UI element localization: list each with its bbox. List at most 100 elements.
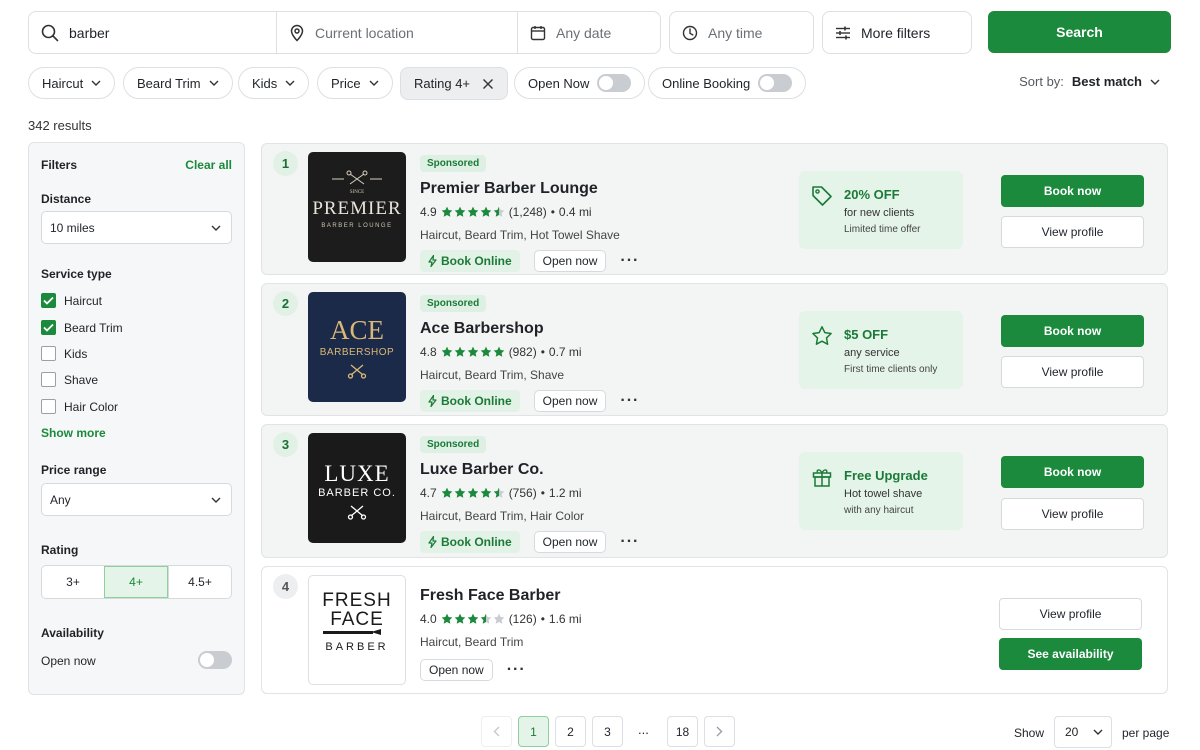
rating-value: 4.7 (420, 486, 437, 500)
star-filled-icon (441, 346, 452, 357)
checkbox-checked[interactable] (41, 320, 56, 335)
view-profile-button[interactable]: View profile (1001, 356, 1144, 388)
prev-page-button[interactable] (481, 716, 512, 747)
search-query-value[interactable]: barber (69, 25, 109, 41)
lightning-icon (428, 395, 437, 407)
date-placeholder: Any date (556, 24, 612, 41)
book-now-button[interactable]: Book now (1001, 315, 1144, 347)
rating-option-3[interactable]: 3+ (42, 566, 104, 598)
availability-open-now-toggle[interactable] (198, 651, 232, 669)
result-card: 2 ACE BARBERSHOP Sponsored Ace Barbersho… (261, 283, 1168, 416)
service-label: Kids (64, 346, 88, 361)
star-filled-icon (454, 613, 465, 624)
view-profile-button[interactable]: View profile (999, 598, 1142, 630)
business-logo[interactable]: FRESH FACE BARBER (308, 575, 406, 685)
checkbox-unchecked[interactable] (41, 399, 56, 414)
star-filled-icon (480, 346, 491, 357)
calendar-icon (530, 25, 546, 40)
clear-all-link[interactable]: Clear all (185, 158, 232, 172)
more-options-icon[interactable]: ··· (620, 252, 639, 270)
chevron-down-icon (1150, 79, 1160, 85)
more-options-icon[interactable]: ··· (507, 661, 526, 679)
business-name[interactable]: Ace Barbershop (420, 320, 639, 338)
service-checkbox-haircut[interactable]: Haircut (41, 293, 102, 308)
distance: 1.6 mi (548, 612, 582, 626)
page-button-current[interactable]: 1 (518, 716, 549, 747)
show-more-link[interactable]: Show more (41, 426, 106, 440)
chip-beard-trim[interactable]: Beard Trim (123, 67, 233, 99)
distance-select[interactable]: 10 miles (41, 211, 232, 244)
service-checkbox-beard-trim[interactable]: Beard Trim (41, 320, 123, 335)
check-icon (43, 323, 54, 332)
search-query-field[interactable]: barber (29, 12, 276, 53)
separator-dot: • (540, 612, 545, 626)
chip-rating-active[interactable]: Rating 4+ (400, 67, 509, 100)
business-name[interactable]: Premier Barber Lounge (420, 180, 639, 198)
more-filters-label: More filters (861, 24, 931, 41)
next-page-button[interactable] (704, 716, 735, 747)
online-booking-toggle[interactable] (758, 74, 793, 92)
checkbox-unchecked[interactable] (41, 372, 56, 387)
sort-dropdown[interactable]: Sort by: Best match (1019, 74, 1160, 89)
star-filled-icon (441, 487, 452, 498)
rating-value: 4.0 (420, 612, 437, 626)
business-logo[interactable]: LUXE BARBER CO. (308, 433, 406, 543)
chip-open-now-label: Open Now (528, 75, 590, 91)
service-checkbox-shave[interactable]: Shave (41, 372, 98, 387)
search-button[interactable]: Search (988, 11, 1171, 53)
chip-haircut[interactable]: Haircut (28, 67, 116, 99)
business-logo[interactable]: ACE BARBERSHOP (308, 292, 406, 402)
open-now-toggle[interactable] (597, 74, 632, 92)
availability-label: Availability (41, 626, 104, 640)
open-now-tag: Open now (420, 659, 493, 681)
offer-subtitle: for new clients (844, 207, 915, 219)
book-now-button[interactable]: Book now (1001, 456, 1144, 488)
see-availability-button[interactable]: See availability (999, 638, 1142, 670)
checkbox-unchecked[interactable] (41, 346, 56, 361)
service-label: Haircut (64, 293, 103, 308)
rating-option-4-5[interactable]: 4.5+ (168, 566, 231, 598)
distance: 0.4 mi (558, 205, 592, 219)
chip-price[interactable]: Price (317, 67, 393, 99)
time-placeholder: Any time (708, 24, 763, 41)
service-checkbox-kids[interactable]: Kids (41, 346, 87, 361)
per-page-label: per page (1122, 726, 1170, 740)
chip-open-now[interactable]: Open Now (514, 67, 646, 99)
star-filled-icon (467, 487, 478, 498)
business-name[interactable]: Luxe Barber Co. (420, 461, 639, 479)
service-checkbox-hair-color[interactable]: Hair Color (41, 399, 118, 414)
chip-online-booking[interactable]: Online Booking (648, 67, 807, 99)
view-profile-button[interactable]: View profile (1001, 498, 1144, 530)
open-now-tag: Open now (533, 390, 607, 412)
time-field[interactable]: Any time (669, 11, 814, 54)
more-options-icon[interactable]: ··· (620, 533, 639, 551)
business-logo[interactable]: SINCE PREMIER BARBER LOUNGE (308, 152, 406, 262)
separator-dot: • (550, 205, 555, 219)
book-now-button[interactable]: Book now (1001, 175, 1144, 207)
chip-kids-label: Kids (252, 75, 278, 91)
page-button[interactable]: 3 (592, 716, 623, 747)
svg-text:BARBERSHOP: BARBERSHOP (320, 347, 394, 358)
close-icon[interactable] (482, 78, 494, 90)
view-profile-button[interactable]: View profile (1001, 216, 1144, 248)
price-range-select[interactable]: Any (41, 483, 232, 516)
per-page-select[interactable]: 20 (1054, 716, 1112, 748)
business-name[interactable]: Fresh Face Barber (420, 587, 582, 605)
star-filled-icon (467, 613, 478, 624)
chip-kids[interactable]: Kids (238, 67, 310, 99)
checkbox-checked[interactable] (41, 293, 56, 308)
more-filters-button[interactable]: More filters (822, 11, 972, 54)
offer-note: First time clients only (844, 364, 938, 375)
svg-text:BARBER LOUNGE: BARBER LOUNGE (321, 223, 392, 229)
more-options-icon[interactable]: ··· (620, 392, 639, 410)
location-field[interactable]: Current location (276, 12, 517, 53)
chip-online-booking-label: Online Booking (662, 75, 751, 91)
date-field[interactable]: Any date (517, 12, 660, 53)
tag-icon (812, 186, 832, 206)
book-online-tag: Book Online (420, 250, 520, 272)
page-button[interactable]: 2 (555, 716, 586, 747)
page-button[interactable]: 18 (667, 716, 698, 747)
rating-option-4-selected[interactable]: 4+ (104, 566, 168, 598)
star-half-icon (493, 487, 504, 498)
sort-value: Best match (1071, 74, 1142, 89)
